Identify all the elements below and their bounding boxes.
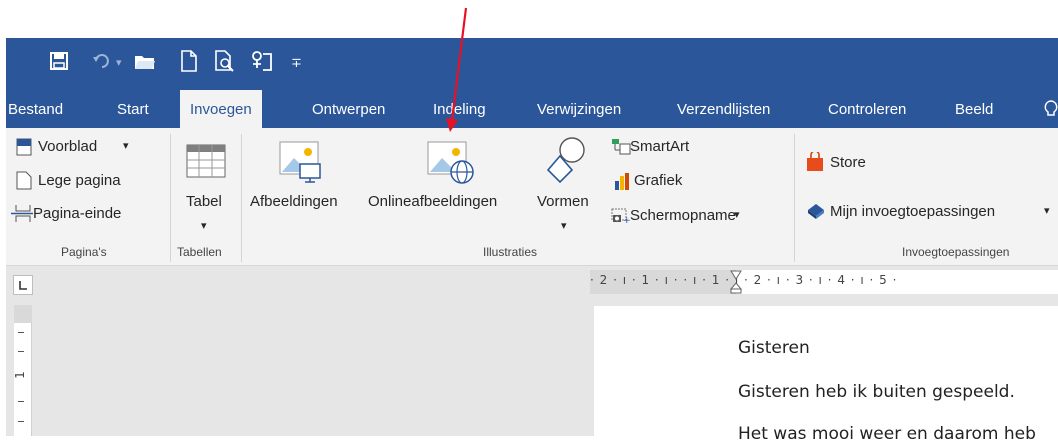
lege-pagina-label: Lege pagina [38,172,121,189]
blank-page-icon [16,171,32,190]
shapes-icon [546,137,585,184]
indent-marker-icon[interactable] [730,270,742,294]
quick-access-toolbar: ▾ ∓ [6,38,1058,90]
tab-verzendlijsten[interactable]: Verzendlijsten [677,90,770,128]
group-separator [794,134,795,262]
tabel-label: Tabel [186,193,222,210]
ruler-mark [18,351,24,352]
group-label-tabellen: Tabellen [177,245,222,259]
mijn-invoegtoepassingen-label: Mijn invoegtoepassingen [830,203,996,220]
afbeeldingen-label: Afbeeldingen [250,193,338,210]
ruler-mark [18,332,24,333]
left-tab-icon [19,281,27,290]
tab-invoegen[interactable]: Invoegen [180,90,262,128]
touch-mode-icon[interactable] [250,50,272,72]
undo-dropdown-icon[interactable]: ▾ [116,53,122,73]
tab-ontwerpen[interactable]: Ontwerpen [312,90,385,128]
group-label-paginas: Pagina's [61,245,107,259]
store-label: Store [830,154,866,171]
onlineafbeeldingen-label: Onlineafbeeldingen [368,193,498,210]
mijn-invoegtoepassingen-dropdown-icon: ▾ [1044,205,1050,217]
tab-bestand[interactable]: Bestand [8,90,63,128]
group-label-illustraties: Illustraties [483,245,538,259]
page-break-icon [11,205,33,222]
tab-verwijzingen[interactable]: Verwijzingen [537,90,621,128]
vertical-ruler[interactable]: 1 [12,305,32,436]
tab-beeld[interactable]: Beeld [955,90,993,128]
vormen-label: Vormen [537,193,589,210]
pagina-einde-label: Pagina-einde [33,205,122,222]
tab-start[interactable]: Start [117,90,149,128]
ribbon-panel: Voorblad ▾ Lege pagina Pagina-einde Pagi… [6,128,1058,266]
vormen-dropdown-icon: ▾ [561,220,567,232]
new-document-icon[interactable] [180,50,198,72]
group-separator [241,134,242,262]
voorblad-dropdown-icon: ▾ [123,140,129,152]
tab-selector-button[interactable] [13,275,33,295]
tab-indeling[interactable]: Indeling [433,90,486,128]
grafiek-label: Grafiek [634,172,683,189]
undo-icon[interactable] [92,52,110,70]
document-paragraph[interactable]: Gisteren heb ik buiten gespeeld. [738,382,1015,402]
ruler-ticks: · 2 · ı · 1 · ı · · ı · 1 · ı · 2 · ı · … [590,273,898,287]
ruler-margin [14,305,32,323]
tab-controleren[interactable]: Controleren [828,90,906,128]
document-heading[interactable]: Gisteren [738,338,810,358]
schermopname-label: Schermopname [630,207,736,224]
lightbulb-icon[interactable] [1044,100,1058,120]
screenshot-icon: + [611,208,631,224]
ruler-mark [18,421,24,422]
cover-page-icon [16,138,32,156]
table-icon [186,144,226,178]
chart-icon [615,173,629,190]
store-icon [807,152,823,171]
customize-toolbar-icon[interactable]: ∓ [291,53,302,73]
document-page[interactable]: Gisteren Gisteren heb ik buiten gespeeld… [594,306,1058,444]
ruler-number: 1 [12,371,27,379]
group-label-invoegtoepassingen: Invoegtoepassingen [902,245,1010,259]
horizontal-ruler[interactable]: · 2 · ı · 1 · ı · · ı · 1 · ı · 2 · ı · … [590,270,1058,294]
online-pictures-icon [427,141,474,184]
pictures-icon [279,141,321,183]
tabel-dropdown-icon: ▾ [201,220,207,232]
print-preview-icon[interactable] [214,50,236,72]
ruler-mark [18,401,24,402]
group-separator [170,134,171,262]
smartart-icon [612,139,631,155]
schermopname-dropdown-icon: ▾ [734,209,740,221]
ribbon-tabs: Bestand Start Invoegen Ontwerpen Indelin… [6,90,1058,128]
document-paragraph[interactable]: Het was mooi weer en daarom heb [738,424,1036,444]
my-addins-icon [808,204,824,219]
save-icon[interactable] [50,52,68,70]
voorblad-label: Voorblad [38,138,98,155]
folder-icon[interactable] [134,53,156,70]
smartart-label: SmartArt [630,138,690,155]
